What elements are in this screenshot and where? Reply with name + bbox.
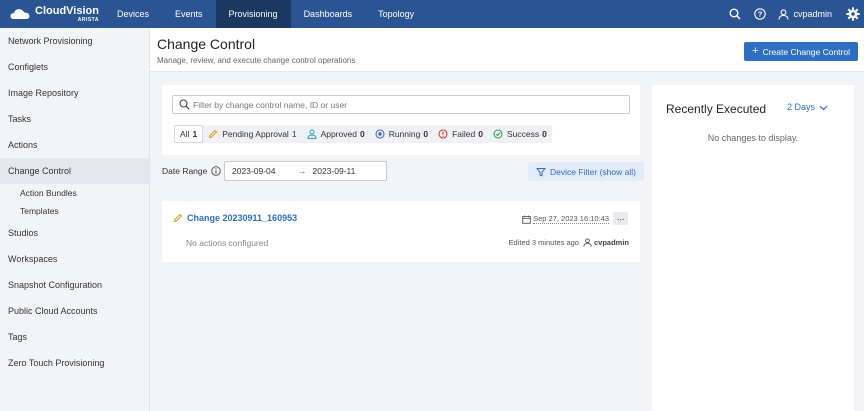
status-filter-group: All 1 Pending Approval 1 Approved 0 Runn… [174, 125, 552, 143]
sidebar-item-image-repository[interactable]: Image Repository [0, 80, 149, 106]
search-icon [179, 99, 190, 110]
nav-provisioning[interactable]: Provisioning [215, 0, 291, 28]
brand-sub: ARISTA [77, 16, 99, 23]
status-pending-count: 1 [291, 129, 297, 139]
status-success-count: 0 [542, 129, 547, 139]
nav-topology[interactable]: Topology [365, 0, 427, 28]
failed-icon [438, 129, 448, 139]
recent-range-dropdown[interactable]: 2 Days [787, 102, 828, 112]
plus-icon: + [752, 45, 759, 57]
status-failed-label: Failed [452, 129, 476, 139]
change-control-edited: Edited 3 minutes ago cvpadmin [509, 238, 629, 247]
status-filter-pending-approval[interactable]: Pending Approval 1 [203, 125, 301, 143]
search-box [172, 95, 630, 114]
date-range-label-group: Date Range [162, 166, 222, 176]
status-filter-success[interactable]: Success 0 [488, 125, 552, 143]
calendar-icon [522, 215, 531, 224]
device-filter-button[interactable]: Device Filter (show all) [528, 162, 644, 181]
sidebar-item-snapshot-configuration[interactable]: Snapshot Configuration [0, 272, 149, 298]
change-control-name: Change 20230911_160953 [187, 213, 298, 223]
search-icon[interactable] [728, 7, 742, 21]
success-check-icon [493, 129, 503, 139]
sidebar-item-action-bundles[interactable]: Action Bundles [0, 184, 149, 202]
sidebar: Network Provisioning Configlets Image Re… [0, 28, 150, 411]
nav-devices[interactable]: Devices [104, 0, 162, 28]
recent-range-label: 2 Days [786, 102, 815, 112]
status-all-label: All [180, 129, 190, 139]
top-navigation-bar: CloudVision ARISTA Devices Events Provis… [0, 0, 864, 28]
sidebar-item-actions[interactable]: Actions [0, 132, 149, 158]
ellipsis-icon: ··· [616, 213, 625, 224]
sidebar-item-zero-touch-provisioning[interactable]: Zero Touch Provisioning [0, 350, 149, 376]
status-all-count: 1 [192, 129, 198, 139]
brand-name: CloudVision [35, 4, 99, 17]
editor-name: cvpadmin [593, 238, 629, 247]
user-menu[interactable]: cvpadmin [778, 8, 832, 20]
status-running-label: Running [388, 129, 421, 139]
sidebar-item-workspaces[interactable]: Workspaces [0, 246, 149, 272]
date-range-end[interactable]: 2023-09-11 [313, 166, 356, 176]
sidebar-item-configlets[interactable]: Configlets [0, 54, 149, 80]
create-button-label: Create Change Control [762, 46, 850, 57]
change-control-card: Change 20230911_160953 No actions config… [162, 201, 640, 262]
page-subtitle: Manage, review, and execute change contr… [157, 56, 356, 65]
settings-gear-icon[interactable] [846, 7, 860, 21]
sidebar-item-network-provisioning[interactable]: Network Provisioning [0, 28, 149, 54]
page-header: Change Control Manage, review, and execu… [150, 28, 864, 72]
sidebar-item-tasks[interactable]: Tasks [0, 106, 149, 132]
funnel-icon [536, 167, 546, 177]
status-filter-failed[interactable]: Failed 0 [433, 125, 488, 143]
recent-empty-message: No changes to display. [707, 133, 799, 143]
user-icon [583, 238, 592, 247]
status-success-label: Success [506, 129, 540, 139]
cloud-logo-icon [10, 9, 30, 19]
status-filter-approved[interactable]: Approved 0 [302, 125, 370, 143]
status-filter-running[interactable]: Running 0 [370, 125, 433, 143]
device-filter-label: Device Filter (show all) [550, 166, 636, 177]
page-title: Change Control [157, 36, 256, 52]
chevron-down-icon [819, 105, 828, 110]
change-control-link[interactable]: Change 20230911_160953 [173, 213, 297, 223]
change-control-timestamp: Sep 27, 2023 16:10:43 [533, 214, 609, 224]
filter-panel: All 1 Pending Approval 1 Approved 0 Runn… [162, 85, 640, 155]
info-icon[interactable] [211, 166, 222, 176]
date-range-picker[interactable]: 2023-09-04 → 2023-09-11 [224, 161, 387, 181]
sidebar-item-public-cloud-accounts[interactable]: Public Cloud Accounts [0, 298, 149, 324]
approved-user-icon [307, 129, 317, 139]
pencil-icon [173, 213, 183, 223]
sidebar-item-change-control[interactable]: Change Control [0, 158, 149, 184]
status-approved-count: 0 [359, 129, 365, 139]
status-pending-label: Pending Approval [222, 129, 289, 139]
no-actions-text: No actions configured [186, 238, 269, 248]
create-change-control-button[interactable]: + Create Change Control [744, 42, 858, 61]
user-icon [778, 8, 790, 20]
change-control-date: Sep 27, 2023 16:10:43 [522, 214, 609, 224]
status-running-count: 0 [423, 129, 429, 139]
pencil-icon [208, 129, 218, 139]
date-range-start[interactable]: 2023-09-04 [232, 166, 298, 176]
sidebar-item-templates[interactable]: Templates [0, 202, 149, 220]
username: cvpadmin [793, 9, 832, 19]
more-options-button[interactable]: ··· [613, 212, 628, 225]
running-icon [375, 129, 385, 139]
help-icon[interactable]: ? [753, 7, 767, 21]
sidebar-item-tags[interactable]: Tags [0, 324, 149, 350]
top-right-controls: ? cvpadmin [728, 0, 864, 28]
sidebar-item-studios[interactable]: Studios [0, 220, 149, 246]
svg-text:?: ? [758, 10, 763, 19]
main-nav: Devices Events Provisioning Dashboards T… [104, 0, 427, 28]
cloudvision-logo[interactable]: CloudVision ARISTA [0, 0, 104, 28]
date-range-label: Date Range [162, 166, 208, 176]
status-filter-all[interactable]: All 1 [174, 125, 204, 143]
edited-text: Edited 3 minutes ago [508, 238, 579, 247]
search-input[interactable] [193, 99, 613, 110]
nav-dashboards[interactable]: Dashboards [291, 0, 366, 28]
arrow-right-icon: → [298, 166, 307, 176]
status-failed-count: 0 [478, 129, 483, 139]
status-approved-label: Approved [320, 129, 357, 139]
recently-executed-panel: Recently Executed 2 Days No changes to d… [652, 85, 854, 411]
recently-executed-title: Recently Executed [666, 102, 767, 116]
nav-events[interactable]: Events [162, 0, 216, 28]
